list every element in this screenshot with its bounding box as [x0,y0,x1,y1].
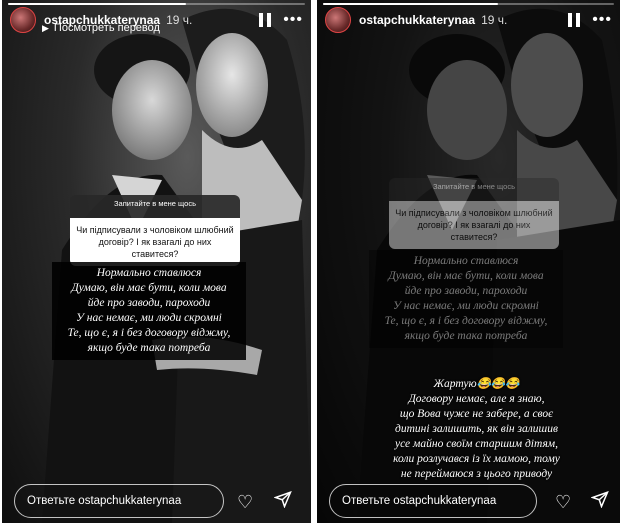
joke-line: Жартую😂😂😂 [433,378,520,390]
reply-input[interactable]: Ответьте ostapchukkaterynaa [329,484,537,518]
more-icon[interactable]: ••• [592,12,612,28]
story-left[interactable]: ostapchukkaterynaa 19 ч. ••• ▶ Посмотрет… [2,0,311,523]
joke-line: що Вова чуже не забере, а своє [399,408,554,420]
question-sticker[interactable]: Запитайте в мене щось Чи підписували з ч… [70,195,240,267]
question-sticker[interactable]: Запитайте в мене щось Чи підписували з ч… [389,178,559,250]
answer-line: Нормально ставлюся [96,267,202,279]
joke-line: дитині залишить, як він залишив [395,423,558,435]
question-line: Чи підписували з чоловіком шлюбний [395,208,553,218]
question-line: договір? І як взагалі до них ставитеся? [417,220,531,243]
timestamp: 19 ч. [166,13,193,27]
heart-icon[interactable]: ♡ [555,493,571,511]
heart-icon[interactable]: ♡ [237,493,253,511]
story-header: ostapchukkaterynaa 19 ч. ••• [325,4,612,36]
answer-line: Думаю, він має бути, коли мова [71,282,227,294]
joke-text: Жартую😂😂😂 Договору немає, але я знаю, що… [333,377,620,482]
joke-line: Договору немає, але я знаю, [408,393,545,405]
answer-line: Нормально ставлюся [413,255,519,267]
reply-placeholder: Ответьте ostapchukkaterynaa [27,495,182,507]
avatar[interactable] [325,7,351,33]
joke-line: не переймаюся з цього приводу [400,468,553,480]
translate-label: Посмотреть перевод [53,22,160,34]
reply-placeholder: Ответьте ostapchukkaterynaa [342,495,497,507]
question-text: Чи підписували з чоловіком шлюбний догов… [70,218,240,267]
username[interactable]: ostapchukkaterynaa [359,13,475,27]
joke-line: усе майно своїм старшим дітям, [394,438,559,450]
more-icon[interactable]: ••• [283,12,303,28]
pause-icon[interactable] [259,13,272,27]
answer-line: якщо буде така потреба [87,342,211,354]
question-text: Чи підписували з чоловіком шлюбний догов… [389,201,559,250]
answer-line: йде про заводи, пароходи [404,285,528,297]
pause-icon[interactable] [568,13,581,27]
translate-link[interactable]: ▶ Посмотреть перевод [42,22,160,34]
avatar[interactable] [10,7,36,33]
answer-line: Думаю, він має бути, коли мова [388,270,544,282]
question-line: Чи підписували з чоловіком шлюбний [76,225,234,235]
question-header: Запитайте в мене щось [389,178,559,201]
answer-line: якщо буде така потреба [404,330,528,342]
send-icon[interactable] [590,490,609,511]
answer-line: У нас немає, ми люди скромні [393,300,539,312]
reply-input[interactable]: Ответьте ostapchukkaterynaa [14,484,224,518]
timestamp: 19 ч. [481,13,508,27]
answer-text: Нормально ставлюся Думаю, він має бути, … [369,250,563,348]
answer-text: Нормально ставлюся Думаю, він має бути, … [52,262,246,360]
answer-line: Те, що є, я і без договору віджму, [67,327,231,339]
translate-icon: ▶ [42,22,49,33]
send-icon[interactable] [273,490,292,511]
question-line: договір? І як взагалі до них ставитеся? [98,237,212,260]
joke-line: коли розлучався із їх мамою, тому [393,453,560,465]
question-header: Запитайте в мене щось [70,195,240,218]
answer-line: йде про заводи, пароходи [87,297,211,309]
answer-line: Те, що є, я і без договору віджму, [384,315,548,327]
answer-line: У нас немає, ми люди скромні [76,312,222,324]
story-right[interactable]: ostapchukkaterynaa 19 ч. ••• Запитайте в… [317,0,620,523]
